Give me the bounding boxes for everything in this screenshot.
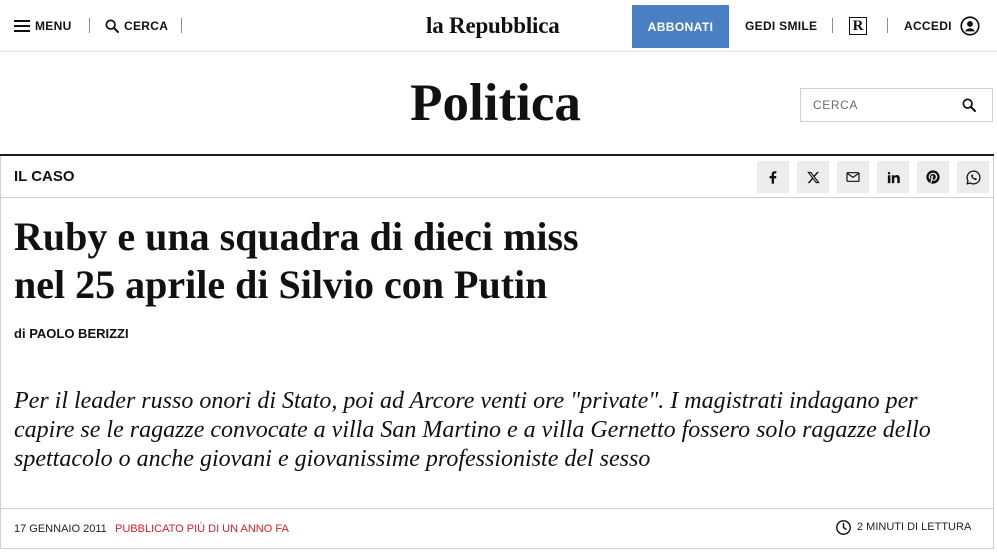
pinterest-icon (925, 169, 941, 185)
gedi-smile-link[interactable]: GEDI SMILE (745, 17, 817, 35)
published-note: PUBBLICATO PIÙ DI UN ANNO FA (115, 523, 289, 535)
separator (181, 18, 182, 33)
reading-time: 2 MINUTI DI LETTURA (857, 521, 972, 533)
article-summary: Per il leader russo onori di Stato, poi … (14, 388, 931, 472)
share-bar (757, 161, 989, 193)
article-meta: 17 GENNAIO 2011 PUBBLICATO PIÙ DI UN ANN… (1, 508, 993, 548)
x-icon (806, 170, 821, 185)
user-icon (960, 16, 980, 36)
menu-button[interactable]: MENU (14, 17, 72, 35)
article-headline: Ruby e una squadra di dieci miss nel 25 … (14, 214, 579, 307)
kicker-row: IL CASO (1, 156, 993, 198)
mail-icon (845, 169, 861, 185)
author-link[interactable]: PAOLO BERIZZI (29, 326, 128, 341)
publish-date: 17 GENNAIO 2011 (14, 523, 107, 535)
search-icon (104, 18, 120, 34)
x-share-button[interactable] (797, 161, 829, 193)
linkedin-share-button[interactable] (877, 161, 909, 193)
subscribe-label: ABBONATI (647, 19, 714, 34)
top-bar: MENU CERCA la Repubblica ABBONATI GEDI S… (0, 0, 997, 52)
r-badge-icon[interactable]: R (849, 17, 867, 35)
search-icon[interactable] (961, 97, 977, 113)
byline-prefix: di (14, 326, 26, 341)
clock-icon (835, 519, 852, 536)
separator (89, 18, 90, 33)
whatsapp-icon (965, 169, 982, 186)
article-box: IL CASO Ruby e una squadra di dieci miss… (0, 156, 994, 549)
facebook-icon (765, 169, 781, 185)
login-label: ACCEDI (904, 19, 952, 33)
hamburger-icon (14, 20, 30, 32)
login-button[interactable]: ACCEDI (904, 16, 980, 36)
mail-share-button[interactable] (837, 161, 869, 193)
pinterest-share-button[interactable] (917, 161, 949, 193)
search-label: CERCA (124, 19, 169, 33)
linkedin-icon (886, 170, 901, 185)
search-button[interactable]: CERCA (104, 17, 168, 35)
separator (887, 18, 888, 33)
separator (832, 18, 833, 33)
site-logo[interactable]: la Repubblica (426, 11, 560, 41)
whatsapp-share-button[interactable] (957, 161, 989, 193)
facebook-share-button[interactable] (757, 161, 789, 193)
article-kicker: IL CASO (14, 168, 75, 185)
subscribe-button[interactable]: ABBONATI (632, 5, 729, 48)
menu-label: MENU (35, 19, 72, 33)
byline: di PAOLO BERIZZI (14, 326, 129, 342)
